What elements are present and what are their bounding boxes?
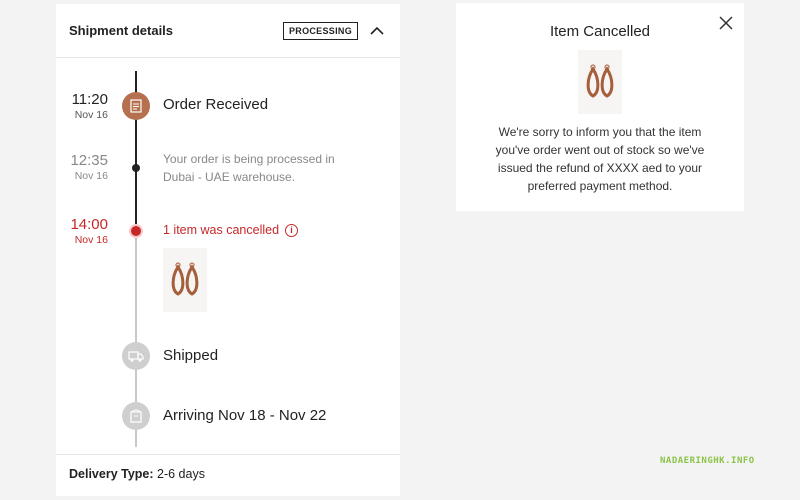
earrings-image [586,64,614,98]
event-label-shipped: Shipped [163,347,219,364]
event-label-arriving: Arriving Nov 18 - Nov 22 [163,407,327,424]
event-time-1: 11:20 Nov 16 [56,91,108,121]
cancelled-item-image [578,50,622,114]
event-time-2: 12:35 Nov 16 [56,152,108,182]
event-time: 11:20 [71,91,108,108]
earrings-image [171,262,199,296]
timeline-dot-cancelled [131,226,141,236]
event-time-3: 14:00 Nov 16 [56,216,108,246]
cancel-title: Item Cancelled [549,23,651,40]
info-icon[interactable]: i [285,223,299,237]
timeline-dot [132,164,140,172]
event-date: Nov 16 [74,234,108,246]
item-cancelled-card: Item Cancelled We're sorry to inform you… [456,3,744,211]
event-time: 12:35 [70,152,108,169]
event-cancelled[interactable]: 1 item was cancelled i [163,223,299,237]
shipment-details-card: Shipment details PROCESSING 11:20 Nov 16… [56,4,400,496]
close-icon[interactable] [716,13,736,33]
delivery-type-value: 2-6 days [157,467,205,481]
truck-icon [122,342,150,370]
receipt-icon [122,92,150,120]
event-label-cancelled: 1 item was cancelled [163,223,280,237]
chevron-up-icon[interactable] [366,20,388,42]
package-icon [122,402,150,430]
event-date: Nov 16 [74,109,108,121]
delivery-type: Delivery Type: 2-6 days [56,454,400,496]
status-badge: PROCESSING [282,21,358,40]
header-actions: PROCESSING [282,20,388,42]
shipment-title: Shipment details [69,23,174,38]
shipment-timeline: 11:20 Nov 16 Order Received 12:35 Nov 16… [56,59,400,449]
delivery-type-label: Delivery Type: [69,467,154,481]
cancel-message: We're sorry to inform you that the item … [495,125,705,193]
event-date: Nov 16 [74,170,108,182]
event-time: 14:00 [70,216,108,233]
watermark: NADAERINGHK.INFO [660,456,755,466]
event-label-order-received: Order Received [163,96,269,113]
cancelled-item-thumbnail[interactable] [163,248,207,312]
event-description-processing: Your order is being processed in Dubai -… [163,152,335,184]
shipment-header: Shipment details PROCESSING [56,4,400,58]
